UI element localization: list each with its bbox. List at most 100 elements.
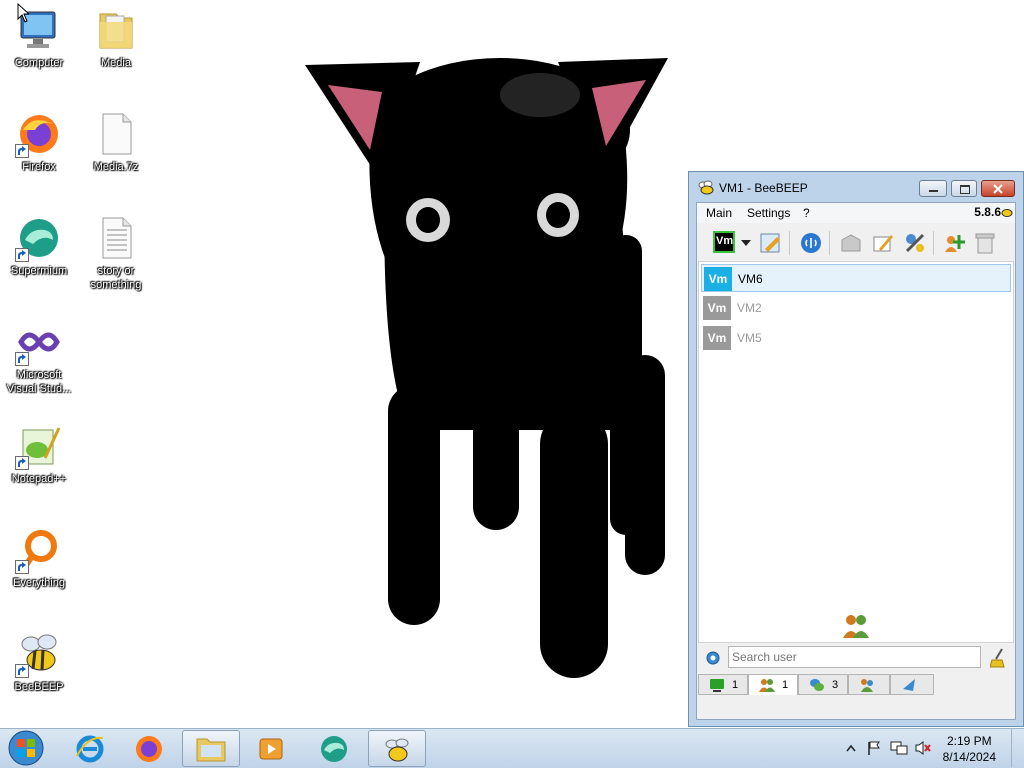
visual-studio-icon: [15, 318, 63, 366]
add-users-button[interactable]: [943, 231, 967, 255]
taskbar-internet-explorer[interactable]: [62, 730, 120, 767]
folder-icon: [196, 738, 226, 762]
version-label: 5.8.6: [974, 205, 1001, 219]
beebeep-client-area: Main Settings ? 5.8.6 Vm Vm VM6 Vm VM2 V…: [696, 202, 1016, 720]
supermium-icon: [321, 736, 347, 762]
close-button[interactable]: [981, 180, 1015, 197]
window-title: VM1 - BeeBEEP: [719, 181, 808, 195]
desktop-icon-media[interactable]: Media: [78, 6, 154, 70]
send-message-button[interactable]: [839, 231, 863, 255]
taskbar-firefox[interactable]: [121, 730, 179, 767]
desktop-icon-beebeep[interactable]: BeeBEEP: [1, 630, 77, 694]
edit-profile-button[interactable]: [759, 231, 783, 255]
users-icon: [759, 679, 775, 692]
tab-computers[interactable]: 1: [698, 674, 748, 695]
desktop-icon-computer[interactable]: Computer: [1, 6, 77, 70]
maximize-button[interactable]: [951, 180, 977, 197]
everything-search-icon: [15, 526, 63, 574]
toolbar-separator: [789, 231, 790, 255]
menu-bar: Main Settings ? 5.8.6: [697, 203, 1015, 223]
taskbar-beebeep[interactable]: [368, 730, 426, 767]
dropdown-arrow-icon[interactable]: [741, 240, 751, 246]
desktop-icon-supermium[interactable]: Supermium: [1, 214, 77, 278]
black-cat-wallpaper-image: [305, 58, 668, 678]
tab-users[interactable]: 1: [748, 674, 798, 695]
message-icon: [841, 234, 861, 252]
windows-logo-icon: [8, 730, 44, 766]
status-avatar-text: Vm: [716, 235, 734, 247]
toolbar: Vm: [697, 223, 1015, 261]
desktop-icon-label: Computer: [14, 57, 64, 69]
gear-icon[interactable]: [705, 650, 721, 666]
menu-help[interactable]: ?: [803, 206, 810, 220]
pencil-icon: [873, 235, 893, 252]
tools-button[interactable]: [903, 231, 927, 255]
chat-icon: [810, 679, 824, 691]
network-icon: [801, 233, 821, 253]
status-avatar-button[interactable]: Vm: [713, 231, 735, 253]
menu-main[interactable]: Main: [706, 206, 732, 220]
media-player-icon: [259, 738, 283, 760]
notepad-plus-plus-icon: [15, 422, 63, 470]
share-icon: [903, 679, 915, 691]
search-row: [697, 645, 1015, 673]
user-row-vm2[interactable]: Vm VM2: [701, 294, 1011, 322]
shortcut-arrow-icon: [15, 456, 29, 470]
network-button[interactable]: [799, 231, 823, 255]
tab-chats[interactable]: 3: [798, 674, 848, 695]
toolbar-separator: [829, 231, 830, 255]
desktop-icon-media-7z[interactable]: Media.7z: [78, 110, 154, 174]
desktop-icon-everything[interactable]: Everything: [1, 526, 77, 590]
tab-groups[interactable]: [848, 674, 890, 695]
user-avatar: Vm: [703, 326, 731, 350]
shortcut-arrow-icon: [15, 560, 29, 574]
trash-icon: [975, 233, 995, 254]
toolbar-separator: [933, 231, 934, 255]
tab-bar: 1 1 3: [697, 673, 1015, 697]
search-user-input[interactable]: [728, 646, 981, 668]
bee-icon: [385, 738, 409, 762]
user-row-vm6[interactable]: Vm VM6: [701, 264, 1011, 292]
minimize-button[interactable]: [919, 180, 947, 197]
desktop-icon-visual-studio[interactable]: Microsoft Visual Stud...: [1, 318, 77, 396]
show-desktop-button[interactable]: [1011, 729, 1024, 767]
taskbar-supermium[interactable]: [306, 730, 364, 767]
taskbar-file-explorer[interactable]: [182, 730, 240, 767]
network-tray-icon[interactable]: [890, 740, 908, 756]
minimize-icon: [929, 190, 938, 192]
action-center-flag-icon[interactable]: [866, 740, 882, 756]
system-clock[interactable]: 2:19 PM 8/14/2024: [943, 733, 996, 765]
user-avatar: Vm: [703, 296, 731, 320]
groups-icon: [861, 679, 873, 692]
clear-button[interactable]: [973, 231, 997, 255]
title-bar[interactable]: VM1 - BeeBEEP: [689, 172, 1023, 202]
users-icon: [843, 615, 869, 638]
desktop-icon-label: Firefox: [22, 161, 56, 173]
clear-search-icon[interactable]: [990, 648, 1008, 668]
volume-muted-icon[interactable]: [914, 740, 932, 756]
desktop-icon-notepad-plus-plus[interactable]: Notepad++: [1, 422, 77, 486]
desktop-icon-label: Supermium: [10, 265, 68, 277]
desktop-icon-story[interactable]: story or something: [78, 214, 154, 292]
user-list[interactable]: Vm VM6 Vm VM2 Vm VM5: [698, 261, 1014, 643]
desktop-icon-firefox[interactable]: Firefox: [1, 110, 77, 174]
start-button[interactable]: [4, 730, 48, 767]
bee-icon: [698, 180, 714, 195]
taskbar-media-player[interactable]: [243, 730, 301, 767]
user-row-vm5[interactable]: Vm VM5: [701, 324, 1011, 352]
user-name: VM5: [737, 331, 762, 345]
desktop-icon-label: Media.7z: [93, 161, 139, 173]
taskbar: 2:19 PM 8/14/2024: [0, 728, 1024, 768]
edit-profile-icon: [760, 233, 780, 253]
clock-time: 2:19 PM: [946, 734, 992, 748]
show-hidden-icons-icon[interactable]: [846, 744, 856, 752]
tab-share[interactable]: [890, 674, 934, 695]
tab-count: 3: [832, 679, 839, 691]
firefox-icon: [15, 110, 63, 158]
beebeep-window[interactable]: VM1 - BeeBEEP Main Settings ? 5.8.6 Vm V…: [688, 171, 1024, 727]
write-note-button[interactable]: [871, 231, 895, 255]
user-name: VM6: [738, 272, 763, 286]
mouse-cursor-icon: [17, 3, 29, 23]
menu-settings[interactable]: Settings: [747, 206, 790, 220]
folder-icon: [92, 6, 140, 54]
